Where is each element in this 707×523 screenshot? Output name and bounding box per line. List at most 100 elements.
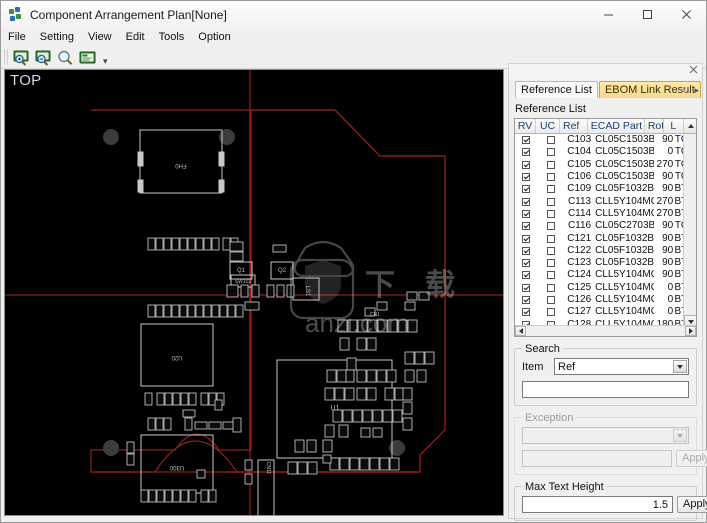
row-rv-checkbox[interactable] — [515, 222, 538, 231]
row-rv-checkbox[interactable] — [515, 308, 538, 317]
row-ref: C116 — [567, 220, 592, 232]
row-rv-checkbox[interactable] — [515, 246, 538, 255]
row-uc-checkbox[interactable] — [538, 246, 564, 255]
row-rv-checkbox[interactable] — [515, 197, 538, 206]
row-ref: C126 — [567, 294, 592, 305]
row-uc-checkbox[interactable] — [538, 185, 564, 194]
row-rv-checkbox[interactable] — [515, 296, 538, 304]
row-uc-checkbox[interactable] — [538, 259, 564, 268]
grid-scroll-right-icon[interactable] — [685, 326, 696, 336]
panel-close-icon[interactable] — [689, 65, 698, 77]
row-ref: C122 — [567, 244, 592, 256]
row-uc-checkbox[interactable] — [538, 296, 564, 304]
grid-horizontal-scrollbar[interactable] — [515, 325, 696, 336]
row-uc-checkbox[interactable] — [538, 160, 564, 169]
row-uc-checkbox[interactable] — [538, 148, 564, 157]
tab-prev-icon[interactable]: ◂ — [681, 85, 686, 96]
row-rot: 270 — [656, 195, 674, 207]
row-uc-checkbox[interactable] — [538, 209, 564, 218]
row-ref: C106 — [567, 171, 592, 183]
search-item-combo[interactable]: Ref — [554, 358, 689, 375]
table-row[interactable]: C127CLL5Y104MQ3NL0BTM — [515, 306, 696, 318]
column-header-rot[interactable]: Rot — [645, 119, 664, 133]
reference-list-grid[interactable]: RV UC Ref ECAD Part Rot L C103CL05C1503B… — [514, 118, 697, 337]
menu-file[interactable]: File — [1, 29, 33, 45]
row-uc-checkbox[interactable] — [538, 197, 564, 206]
maximize-button[interactable] — [628, 1, 667, 28]
table-row[interactable]: C106CL05C1503B5NN90TOP — [515, 171, 696, 183]
table-row[interactable]: C126CLL5Y104MQ3NL0BTM — [515, 294, 696, 306]
max-text-height-apply-button[interactable]: Apply — [677, 496, 707, 513]
column-header-rv[interactable]: RV — [515, 119, 537, 133]
toolbar-grip[interactable] — [4, 49, 8, 65]
reference-list-title: Reference List — [515, 103, 586, 115]
column-header-ecad-part[interactable]: ECAD Part — [588, 119, 645, 133]
row-uc-checkbox[interactable] — [538, 234, 564, 243]
row-rv-checkbox[interactable] — [515, 136, 538, 145]
grid-scroll-left-icon[interactable] — [515, 326, 526, 336]
row-rot: 90 — [662, 232, 674, 244]
table-row[interactable]: C103CL05C1503B5NN90TOP — [515, 134, 696, 146]
tab-reference-list[interactable]: Reference List — [515, 81, 598, 98]
search-legend: Search — [522, 343, 563, 355]
svg-text:U20: U20 — [171, 354, 183, 360]
search-input[interactable] — [522, 381, 689, 398]
row-rv-checkbox[interactable] — [515, 234, 538, 243]
menu-tools[interactable]: Tools — [152, 29, 192, 45]
column-header-ref[interactable]: Ref — [560, 119, 588, 133]
display-board-icon[interactable] — [77, 48, 98, 67]
table-row[interactable]: C121CL05F1032B5NN90BTM — [515, 232, 696, 244]
close-button[interactable] — [667, 1, 706, 28]
minimize-button[interactable] — [589, 1, 628, 28]
table-row[interactable]: C125CLL5Y104MQ3NL0BTM — [515, 282, 696, 294]
magnifier-icon[interactable] — [55, 48, 76, 67]
menu-option[interactable]: Option — [191, 29, 237, 45]
row-ecad-part: CLL5Y104MQ3NL — [595, 281, 654, 293]
row-uc-checkbox[interactable] — [538, 308, 564, 317]
row-rot: 0 — [667, 281, 674, 293]
grid-vertical-scrollbar[interactable] — [683, 134, 696, 328]
zoom-out-window-icon[interactable] — [33, 48, 54, 67]
pcb-canvas[interactable]: TOP FH0 Q1 Q2 U20 U300 U1 SW102 CN11 CN1… — [4, 69, 504, 516]
table-row[interactable]: C109CL05F1032B5NN90BTM — [515, 183, 696, 195]
table-row[interactable]: C105CL05C1503B5NN270TOP — [515, 159, 696, 171]
row-rot: 90 — [662, 220, 674, 232]
row-rot: 90 — [662, 171, 674, 183]
table-row[interactable]: C122CL05F1032B5NN90BTM — [515, 245, 696, 257]
zoom-in-window-icon[interactable] — [11, 48, 32, 67]
row-ref: C113 — [567, 195, 592, 207]
row-rv-checkbox[interactable] — [515, 160, 538, 169]
table-row[interactable]: C124CLL5Y104MQ3NL90BTM — [515, 269, 696, 281]
menu-setting[interactable]: Setting — [33, 29, 81, 45]
chevron-down-icon[interactable] — [673, 360, 687, 373]
menu-view[interactable]: View — [81, 29, 119, 45]
window-title: Component Arrangement Plan[None] — [30, 7, 227, 22]
row-uc-checkbox[interactable] — [538, 283, 564, 292]
table-row[interactable]: C104CL05C1503B5NN0TOP — [515, 146, 696, 158]
row-rv-checkbox[interactable] — [515, 209, 538, 218]
svg-text:Q2: Q2 — [278, 268, 287, 274]
row-rv-checkbox[interactable] — [515, 173, 538, 182]
row-rv-checkbox[interactable] — [515, 271, 538, 280]
row-rv-checkbox[interactable] — [515, 148, 538, 157]
row-rv-checkbox[interactable] — [515, 259, 538, 268]
svg-text:载: 载 — [425, 269, 455, 302]
row-uc-checkbox[interactable] — [538, 271, 564, 280]
table-row[interactable]: C114CLL5Y104MQ3NL270BTM — [515, 208, 696, 220]
row-uc-checkbox[interactable] — [538, 136, 564, 145]
max-text-height-input[interactable] — [522, 496, 673, 513]
row-ref: C114 — [567, 207, 592, 219]
grid-scroll-up-icon[interactable] — [683, 119, 696, 133]
tab-next-icon[interactable]: ▸ — [694, 85, 699, 96]
menu-edit[interactable]: Edit — [119, 29, 152, 45]
row-rv-checkbox[interactable] — [515, 283, 538, 292]
column-header-uc[interactable]: UC — [536, 119, 560, 133]
row-uc-checkbox[interactable] — [538, 173, 564, 182]
row-rv-checkbox[interactable] — [515, 185, 538, 194]
table-row[interactable]: C113CLL5Y104MQ3NL270BTM — [515, 195, 696, 207]
toolbar-overflow-icon[interactable]: ▾ — [103, 50, 108, 65]
table-row[interactable]: C116CL05C2703B5NN90TOP — [515, 220, 696, 232]
table-row[interactable]: C123CL05F1032B5NN90BTM — [515, 257, 696, 269]
column-header-l[interactable]: L — [664, 119, 684, 133]
row-uc-checkbox[interactable] — [538, 222, 564, 231]
